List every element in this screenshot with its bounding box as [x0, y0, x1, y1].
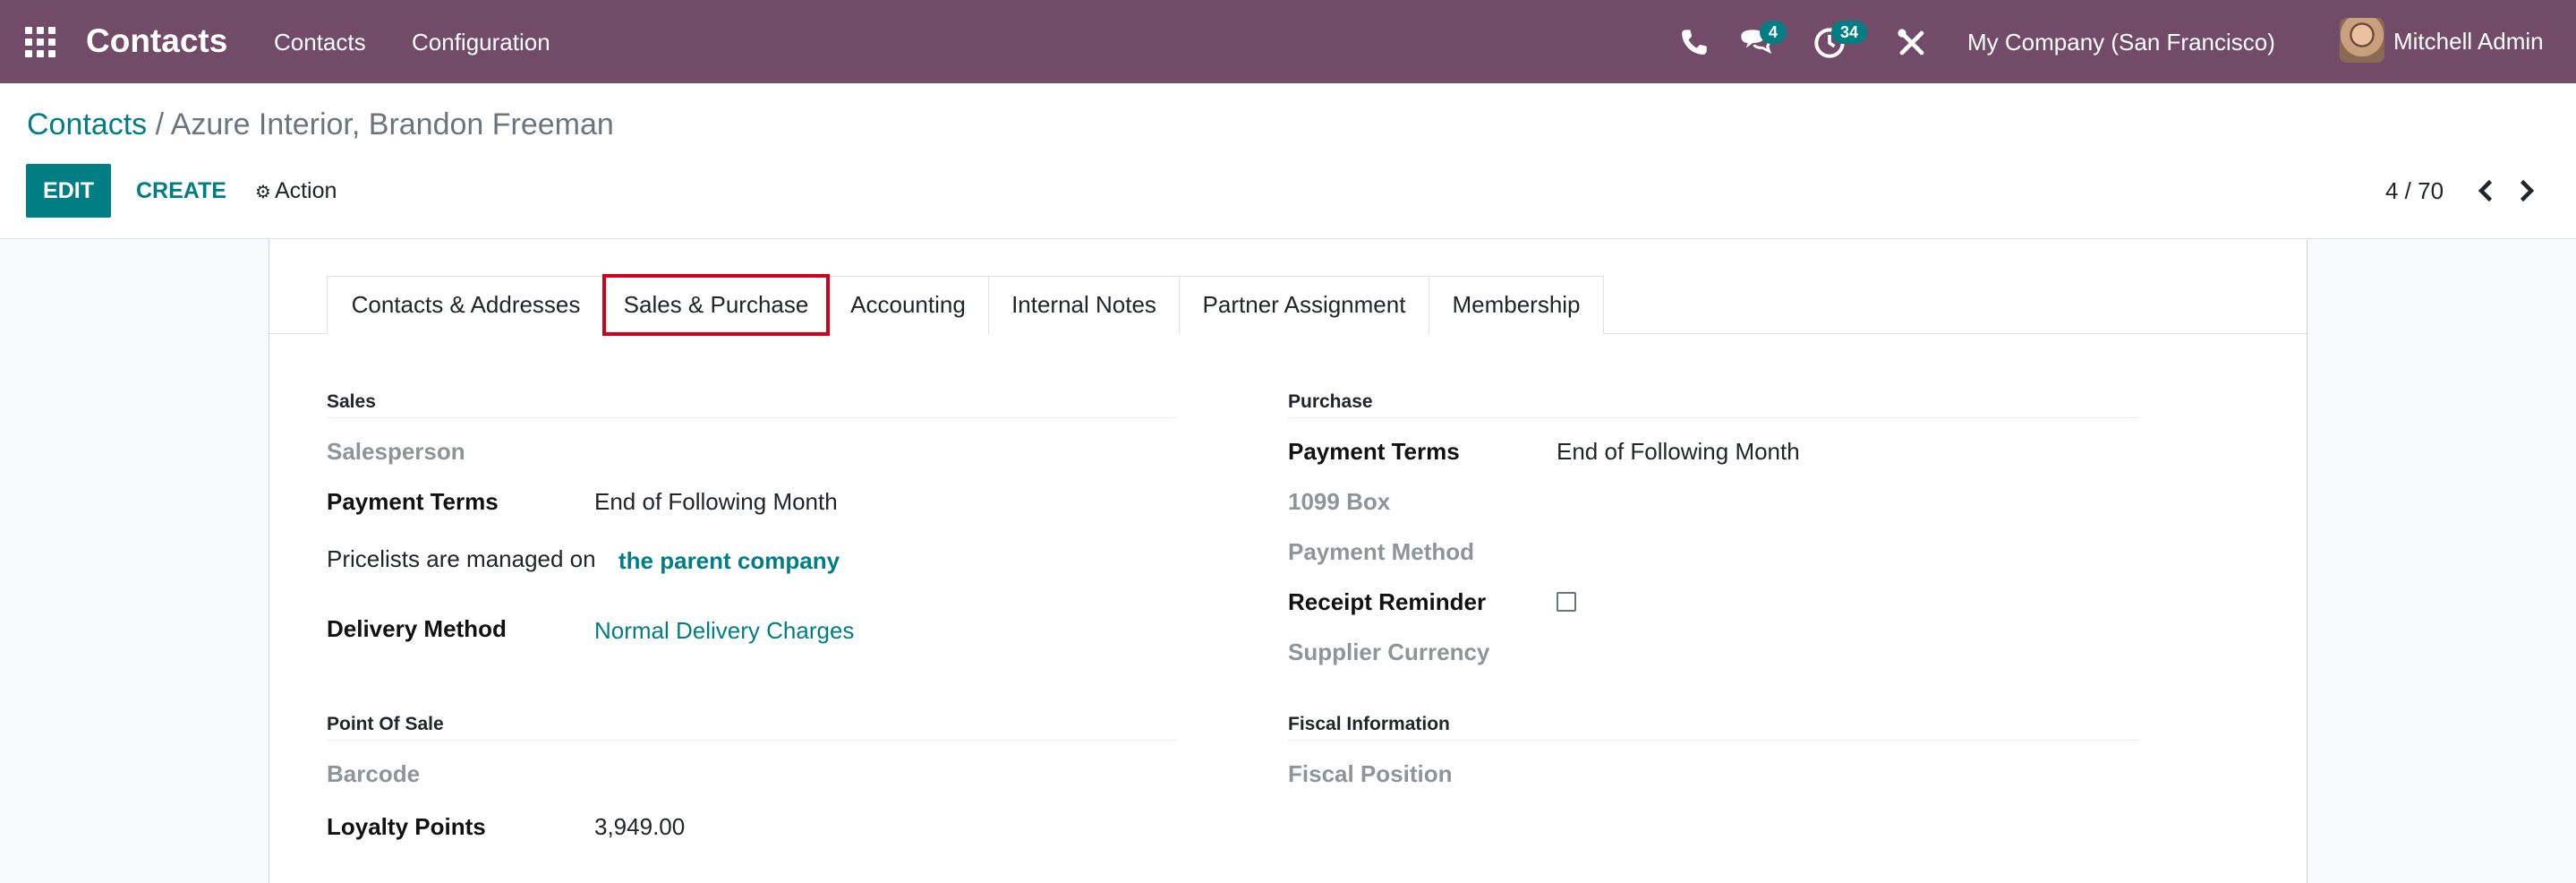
delivery-method-link[interactable]: Normal Delivery Charges [594, 615, 854, 646]
menu-configuration[interactable]: Configuration [412, 27, 550, 57]
control-panel: Contacts / Azure Interior, Brandon Freem… [0, 83, 2576, 239]
pos-group-title: Point Of Sale [327, 714, 444, 734]
app-title[interactable]: Contacts [86, 21, 227, 61]
loyalty-points-label: Loyalty Points [327, 813, 486, 840]
purchase-payment-terms-value[interactable]: End of Following Month [1557, 436, 1800, 467]
sales-group-title: Sales [327, 391, 376, 412]
company-switcher[interactable]: My Company (San Francisco) [1967, 27, 2275, 57]
breadcrumb-separator: / [155, 107, 171, 141]
tab-contacts-addresses[interactable]: Contacts & Addresses [327, 276, 605, 334]
sales-payment-terms-label: Payment Terms [327, 488, 499, 515]
receipt-reminder-label: Receipt Reminder [1288, 588, 1487, 615]
action-label: Action [274, 178, 337, 203]
fiscal-group-rule [1288, 740, 2138, 741]
box-1099-label: 1099 Box [1288, 488, 1391, 515]
breadcrumb: Contacts / Azure Interior, Brandon Freem… [27, 105, 614, 144]
apps-grid-icon[interactable] [25, 27, 57, 59]
form-sheet: Contacts & Addresses Sales & Purchase Ac… [269, 239, 2307, 883]
chevron-right-icon[interactable] [2510, 173, 2542, 209]
breadcrumb-root[interactable]: Contacts [27, 107, 147, 141]
pager-value: 4 / 70 [2385, 177, 2444, 204]
user-menu[interactable]: Mitchell Admin [2393, 26, 2544, 56]
sales-group-rule [327, 417, 1177, 418]
action-button[interactable]: ⚙ Action [255, 175, 337, 209]
salesperson-label: Salesperson [327, 438, 465, 465]
pos-group-rule [327, 740, 1177, 741]
menu-contacts[interactable]: Contacts [274, 27, 366, 57]
purchase-payment-terms-label: Payment Terms [1288, 438, 1460, 465]
loyalty-points-value: 3,949.00 [594, 813, 686, 840]
tab-internal-notes[interactable]: Internal Notes [988, 276, 1180, 334]
fiscal-group-title: Fiscal Information [1288, 714, 1450, 734]
gear-icon: ⚙ [255, 183, 271, 202]
create-button[interactable]: CREATE [136, 175, 226, 207]
chevron-left-icon[interactable] [2470, 173, 2503, 209]
supplier-currency-label: Supplier Currency [1288, 639, 1490, 665]
avatar[interactable] [2340, 18, 2384, 63]
pricelist-note: Pricelists are managed on [327, 545, 596, 572]
phone-icon[interactable] [1674, 23, 1713, 63]
payment-method-label: Payment Method [1288, 538, 1475, 565]
tab-membership[interactable]: Membership [1429, 276, 1604, 334]
edit-button[interactable]: EDIT [26, 164, 111, 218]
fiscal-position-label: Fiscal Position [1288, 760, 1453, 787]
barcode-label: Barcode [327, 760, 421, 787]
tools-icon[interactable] [1892, 23, 1932, 63]
sales-payment-terms-value[interactable]: End of Following Month [594, 486, 838, 517]
receipt-reminder-checkbox[interactable] [1557, 592, 1576, 612]
purchase-group-title: Purchase [1288, 391, 1373, 412]
parent-company-link[interactable]: the parent company [618, 545, 840, 576]
tab-partner-assignment[interactable]: Partner Assignment [1179, 276, 1429, 334]
tab-sales-purchase[interactable]: Sales & Purchase [602, 274, 830, 336]
breadcrumb-current: Azure Interior, Brandon Freeman [170, 107, 614, 141]
tab-accounting[interactable]: Accounting [827, 276, 989, 334]
messages-badge: 4 [1760, 21, 1787, 44]
top-navbar: Contacts Contacts Configuration 4 34 My … [0, 0, 2576, 83]
purchase-group-rule [1288, 417, 2138, 418]
delivery-method-label: Delivery Method [327, 615, 507, 642]
activities-badge: 34 [1831, 21, 1868, 44]
